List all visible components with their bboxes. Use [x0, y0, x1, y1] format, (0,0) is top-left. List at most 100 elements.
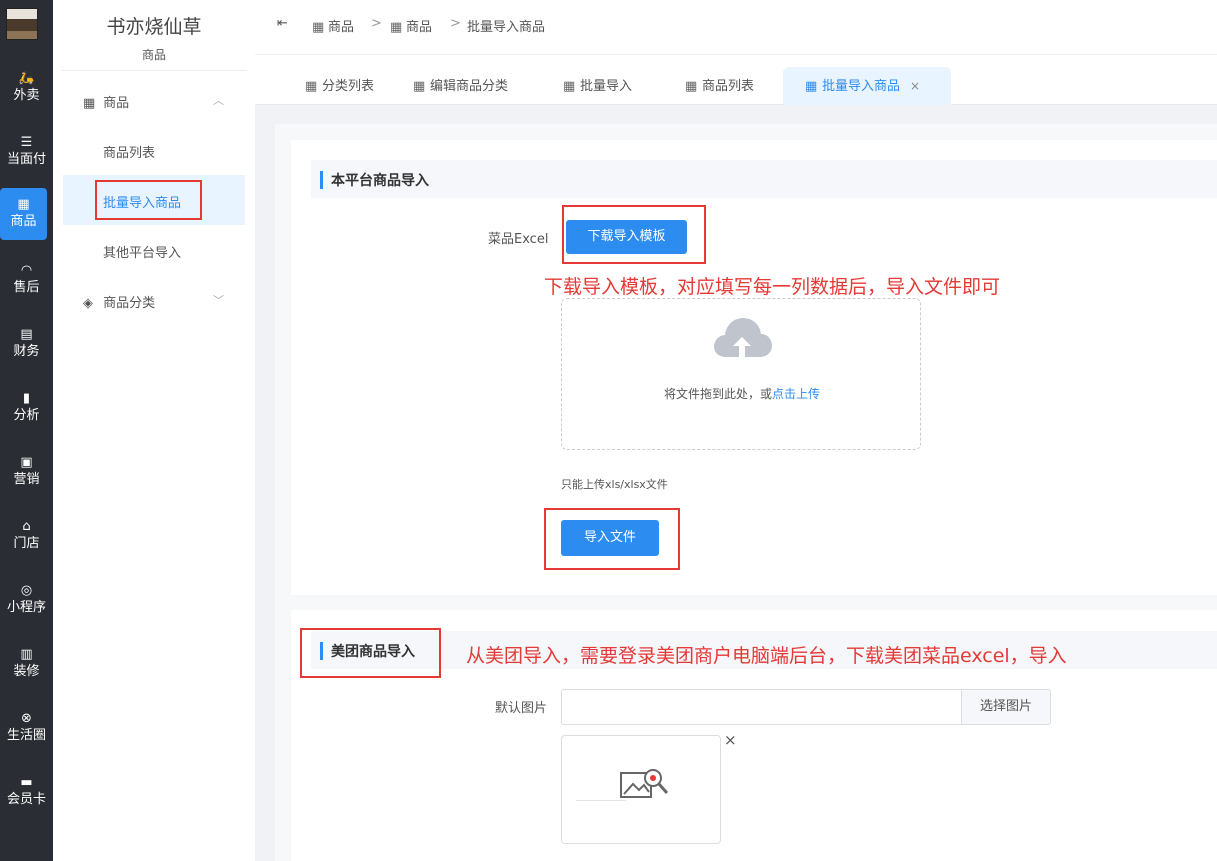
bar-chart-icon: ▮ [22, 391, 31, 406]
tab-label: 批量导入 [580, 79, 633, 94]
accent-bar [320, 171, 323, 189]
shop-name: 书亦烧仙草 [106, 16, 202, 38]
nav-store[interactable]: ⌂ 门店 [0, 510, 53, 562]
default-image-input[interactable] [561, 689, 962, 725]
nav-dangmianfu[interactable]: ☰ 当面付 [0, 126, 53, 178]
gift-box-icon: ▦ [805, 79, 818, 94]
upload-tip: 只能上传xls/xlsx文件 [561, 478, 668, 491]
tab-goods-list[interactable]: ▦ 商品列表 [685, 75, 754, 94]
chevron-up-icon: ︿ [213, 94, 224, 107]
sidebar-item-goods-list[interactable]: 商品列表 [103, 142, 155, 161]
breadcrumb-current: 批量导入商品 [467, 20, 546, 35]
annotation-text: 从美团导入，需要登录美团商户电脑端后台，下载美团菜品excel，导入 [466, 645, 1067, 667]
image-search-icon [620, 769, 669, 798]
breadcrumb-label: 商品 [328, 20, 355, 35]
breadcrumb-separator: > [371, 16, 382, 31]
top-header: ⇤ ▦ 商品 > ▦ 商品 > 批量导入商品 [255, 0, 1217, 55]
tab-batch-import-goods[interactable]: ▦ 批量导入商品 × [783, 67, 951, 105]
nav-aftersale[interactable]: ◠ 售后 [0, 254, 53, 306]
shop-logo[interactable] [6, 8, 38, 40]
choose-image-button[interactable]: 选择图片 [961, 689, 1051, 725]
list-icon: ☰ [20, 135, 33, 150]
nav-label: 外卖 [13, 88, 40, 103]
scooter-icon: 🛵 [18, 71, 35, 86]
lifebuoy-icon: ⊗ [21, 711, 32, 726]
chevron-down-icon: ﹀ [213, 294, 224, 307]
main-nav-rail: 🛵 外卖 ☰ 当面付 ▦ 商品 ◠ 售后 ▤ 财务 ▮ 分析 ▣ 营销 ⌂ 门店… [0, 0, 53, 861]
nav-analysis[interactable]: ▮ 分析 [0, 382, 53, 434]
annotation-highlight-box [562, 205, 706, 264]
ledger-icon: ▤ [20, 327, 33, 342]
tab-label: 商品列表 [702, 79, 755, 94]
field-label: 菜品Excel [488, 232, 549, 247]
sidebar-item-other-platform-import[interactable]: 其他平台导入 [103, 242, 181, 261]
store-icon: ⌂ [22, 519, 31, 534]
annotation-text: 下载导入模板，对应填写每一列数据后，导入文件即可 [544, 276, 1001, 298]
headset-icon: ◠ [20, 263, 33, 278]
gift-box-icon: ▦ [563, 79, 576, 94]
nav-marketing[interactable]: ▣ 营销 [0, 446, 53, 498]
divider [61, 70, 247, 71]
nav-decoration[interactable]: ▥ 装修 [0, 638, 53, 690]
divider [576, 800, 626, 801]
tab-label: 分类列表 [322, 79, 375, 94]
section-title: 本平台商品导入 [331, 173, 429, 189]
nav-label: 装修 [13, 664, 40, 679]
wechat-icon: ◎ [20, 583, 33, 598]
upload-hint: 将文件拖到此处，或点击上传 [562, 385, 922, 402]
nav-finance[interactable]: ▤ 财务 [0, 318, 53, 370]
upload-dropzone[interactable]: 将文件拖到此处，或点击上传 [561, 298, 921, 450]
card-icon: ▬ [20, 775, 33, 790]
shirt-icon: ▥ [20, 647, 33, 662]
nav-label: 门店 [13, 536, 40, 551]
gift-box-icon: ▦ [390, 20, 403, 35]
nav-life-circle[interactable]: ⊗ 生活圈 [0, 702, 53, 754]
annotation-highlight-box [544, 508, 680, 570]
tab-category-list[interactable]: ▦ 分类列表 [305, 75, 374, 94]
secondary-sidebar: 书亦烧仙草 商品 ▦ 商品 ︿ 商品列表 批量导入商品 其他平台导入 ◈ 商品分… [53, 0, 255, 861]
menu-group-goods[interactable]: ▦ 商品 ︿ [83, 92, 224, 111]
breadcrumb-label: 商品 [406, 20, 433, 35]
menu-group-label: 商品 [103, 96, 130, 111]
nav-label: 生活圈 [6, 728, 46, 743]
nav-miniprogram[interactable]: ◎ 小程序 [0, 574, 53, 626]
tab-batch-import[interactable]: ▦ 批量导入 [563, 75, 632, 94]
nav-label: 营销 [13, 472, 40, 487]
breadcrumb-separator: > [450, 16, 461, 31]
collapse-menu-icon[interactable]: ⇤ [277, 16, 288, 31]
image-preview[interactable] [561, 735, 721, 844]
gift-box-icon: ▦ [17, 197, 30, 212]
nav-label: 商品 [10, 214, 37, 229]
nav-member-card[interactable]: ▬ 会员卡 [0, 766, 53, 818]
breadcrumb-item[interactable]: ▦ 商品 [390, 16, 432, 35]
gift-box-icon: ▦ [312, 20, 325, 35]
page-tabs: ▦ 分类列表 ▦ 编辑商品分类 ▦ 批量导入 ▦ 商品列表 ▦ 批量导入商品 × [255, 55, 1217, 105]
nav-waimai[interactable]: 🛵 外卖 [0, 62, 53, 114]
nav-label: 小程序 [6, 600, 46, 615]
nav-label: 当面付 [6, 152, 46, 167]
gift-box-icon: ▦ [83, 96, 96, 111]
remove-image-icon[interactable]: × [724, 731, 737, 749]
breadcrumb-item[interactable]: ▦ 商品 [312, 16, 354, 35]
gift-box-icon: ▦ [685, 79, 698, 94]
gift-box-icon: ▦ [413, 79, 426, 94]
menu-group-label: 商品分类 [103, 296, 156, 311]
field-label: 默认图片 [495, 701, 548, 716]
cloud-upload-icon [714, 318, 772, 357]
annotation-highlight-box [300, 628, 441, 678]
click-upload-link[interactable]: 点击上传 [772, 387, 820, 401]
tab-label: 编辑商品分类 [430, 79, 509, 94]
nav-goods[interactable]: ▦ 商品 [0, 188, 47, 240]
close-tab-icon[interactable]: × [910, 79, 920, 93]
nav-label: 会员卡 [6, 792, 46, 807]
nav-label: 分析 [13, 408, 40, 423]
upload-hint-text: 将文件拖到此处，或 [663, 387, 772, 401]
tab-edit-category[interactable]: ▦ 编辑商品分类 [413, 75, 508, 94]
section-header: 本平台商品导入 [311, 160, 1217, 198]
nav-label: 售后 [13, 280, 40, 295]
menu-group-goods-category[interactable]: ◈ 商品分类 ﹀ [83, 292, 224, 311]
category-icon: ◈ [83, 296, 93, 311]
section-title: 商品 [141, 48, 166, 62]
gift-icon: ▣ [20, 455, 33, 470]
annotation-highlight-box [95, 180, 202, 220]
